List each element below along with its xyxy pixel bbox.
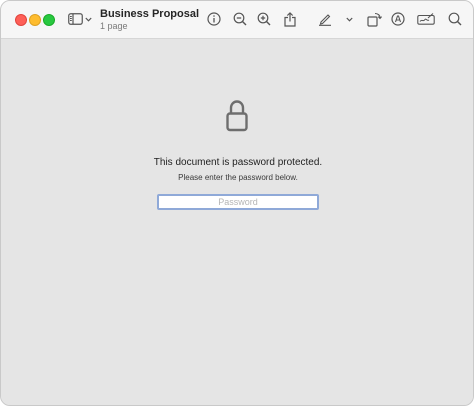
page-count: 1 page <box>100 21 128 31</box>
close-button[interactable] <box>15 14 27 26</box>
zoom-button[interactable] <box>43 14 55 26</box>
password-prompt: Please enter the password below. <box>178 173 298 182</box>
markup-pen-button[interactable] <box>317 10 333 28</box>
signature-icon <box>417 13 435 25</box>
lock-icon <box>226 100 248 132</box>
password-protected-message: This document is password protected. <box>153 157 323 168</box>
password-field[interactable] <box>157 194 319 210</box>
zoom-in-button[interactable] <box>256 10 272 28</box>
zoom-out-button[interactable] <box>232 10 248 28</box>
preview-window: Business Proposal 1 page This document i… <box>0 0 474 406</box>
markup-button[interactable] <box>390 10 406 28</box>
sidebar-toggle-button[interactable] <box>67 10 83 28</box>
info-icon <box>207 12 221 26</box>
toolbar: Business Proposal 1 page <box>1 1 473 39</box>
markup-pen-icon <box>319 14 331 26</box>
sidebar-icon <box>67 13 83 25</box>
info-button[interactable] <box>206 10 222 28</box>
share-button[interactable] <box>283 10 297 28</box>
chevron-down-icon <box>84 17 92 22</box>
zoom-out-icon <box>233 12 247 26</box>
sidebar-menu-button[interactable] <box>84 10 92 28</box>
title-block: Business Proposal 1 page <box>100 8 199 32</box>
share-icon <box>284 11 296 27</box>
rotate-icon <box>366 12 382 27</box>
document-area: This document is password protected. Ple… <box>1 39 473 405</box>
document-title: Business Proposal <box>100 8 200 20</box>
zoom-in-icon <box>257 12 271 26</box>
search-button[interactable] <box>447 10 463 28</box>
minimize-button[interactable] <box>29 14 41 26</box>
search-icon <box>448 12 462 26</box>
rotate-button[interactable] <box>366 10 382 28</box>
signature-button[interactable] <box>416 10 436 28</box>
markup-menu-button[interactable] <box>345 10 353 28</box>
chevron-down-icon <box>345 17 353 22</box>
markup-icon <box>391 12 405 26</box>
